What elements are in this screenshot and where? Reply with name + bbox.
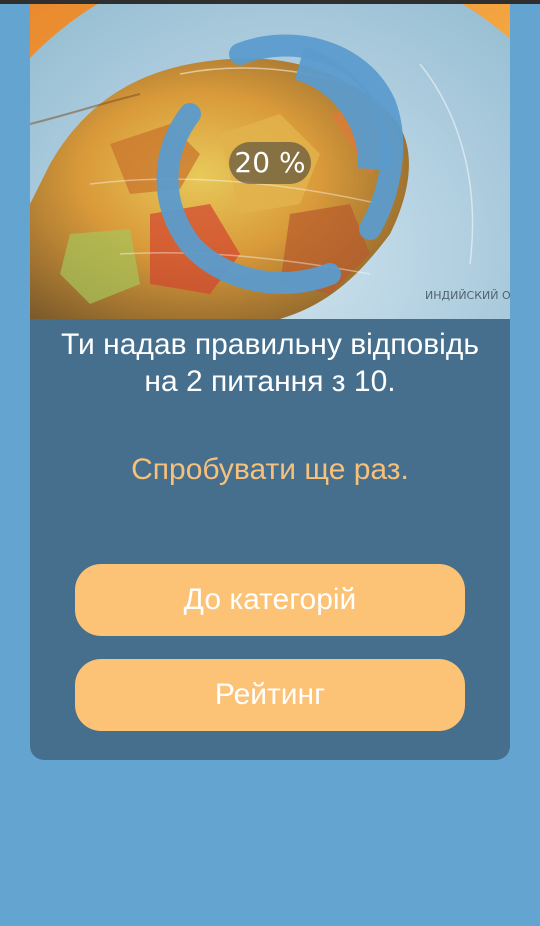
categories-button[interactable]: До категорій — [75, 564, 465, 636]
rating-button[interactable]: Рейтинг — [75, 659, 465, 731]
result-message: Ти надав правильну відповідь на 2 питанн… — [61, 328, 479, 398]
result-card: ИНДИЙСКИЙ ОКЕА 20 % Ти надав правильну в… — [30, 4, 510, 760]
progress-percent-label: 20 % — [229, 142, 311, 184]
retry-link[interactable]: Спробувати ще раз. — [50, 450, 490, 490]
map-caption: ИНДИЙСКИЙ ОКЕА — [425, 289, 510, 302]
globe-image: ИНДИЙСКИЙ ОКЕА 20 % — [30, 4, 510, 319]
